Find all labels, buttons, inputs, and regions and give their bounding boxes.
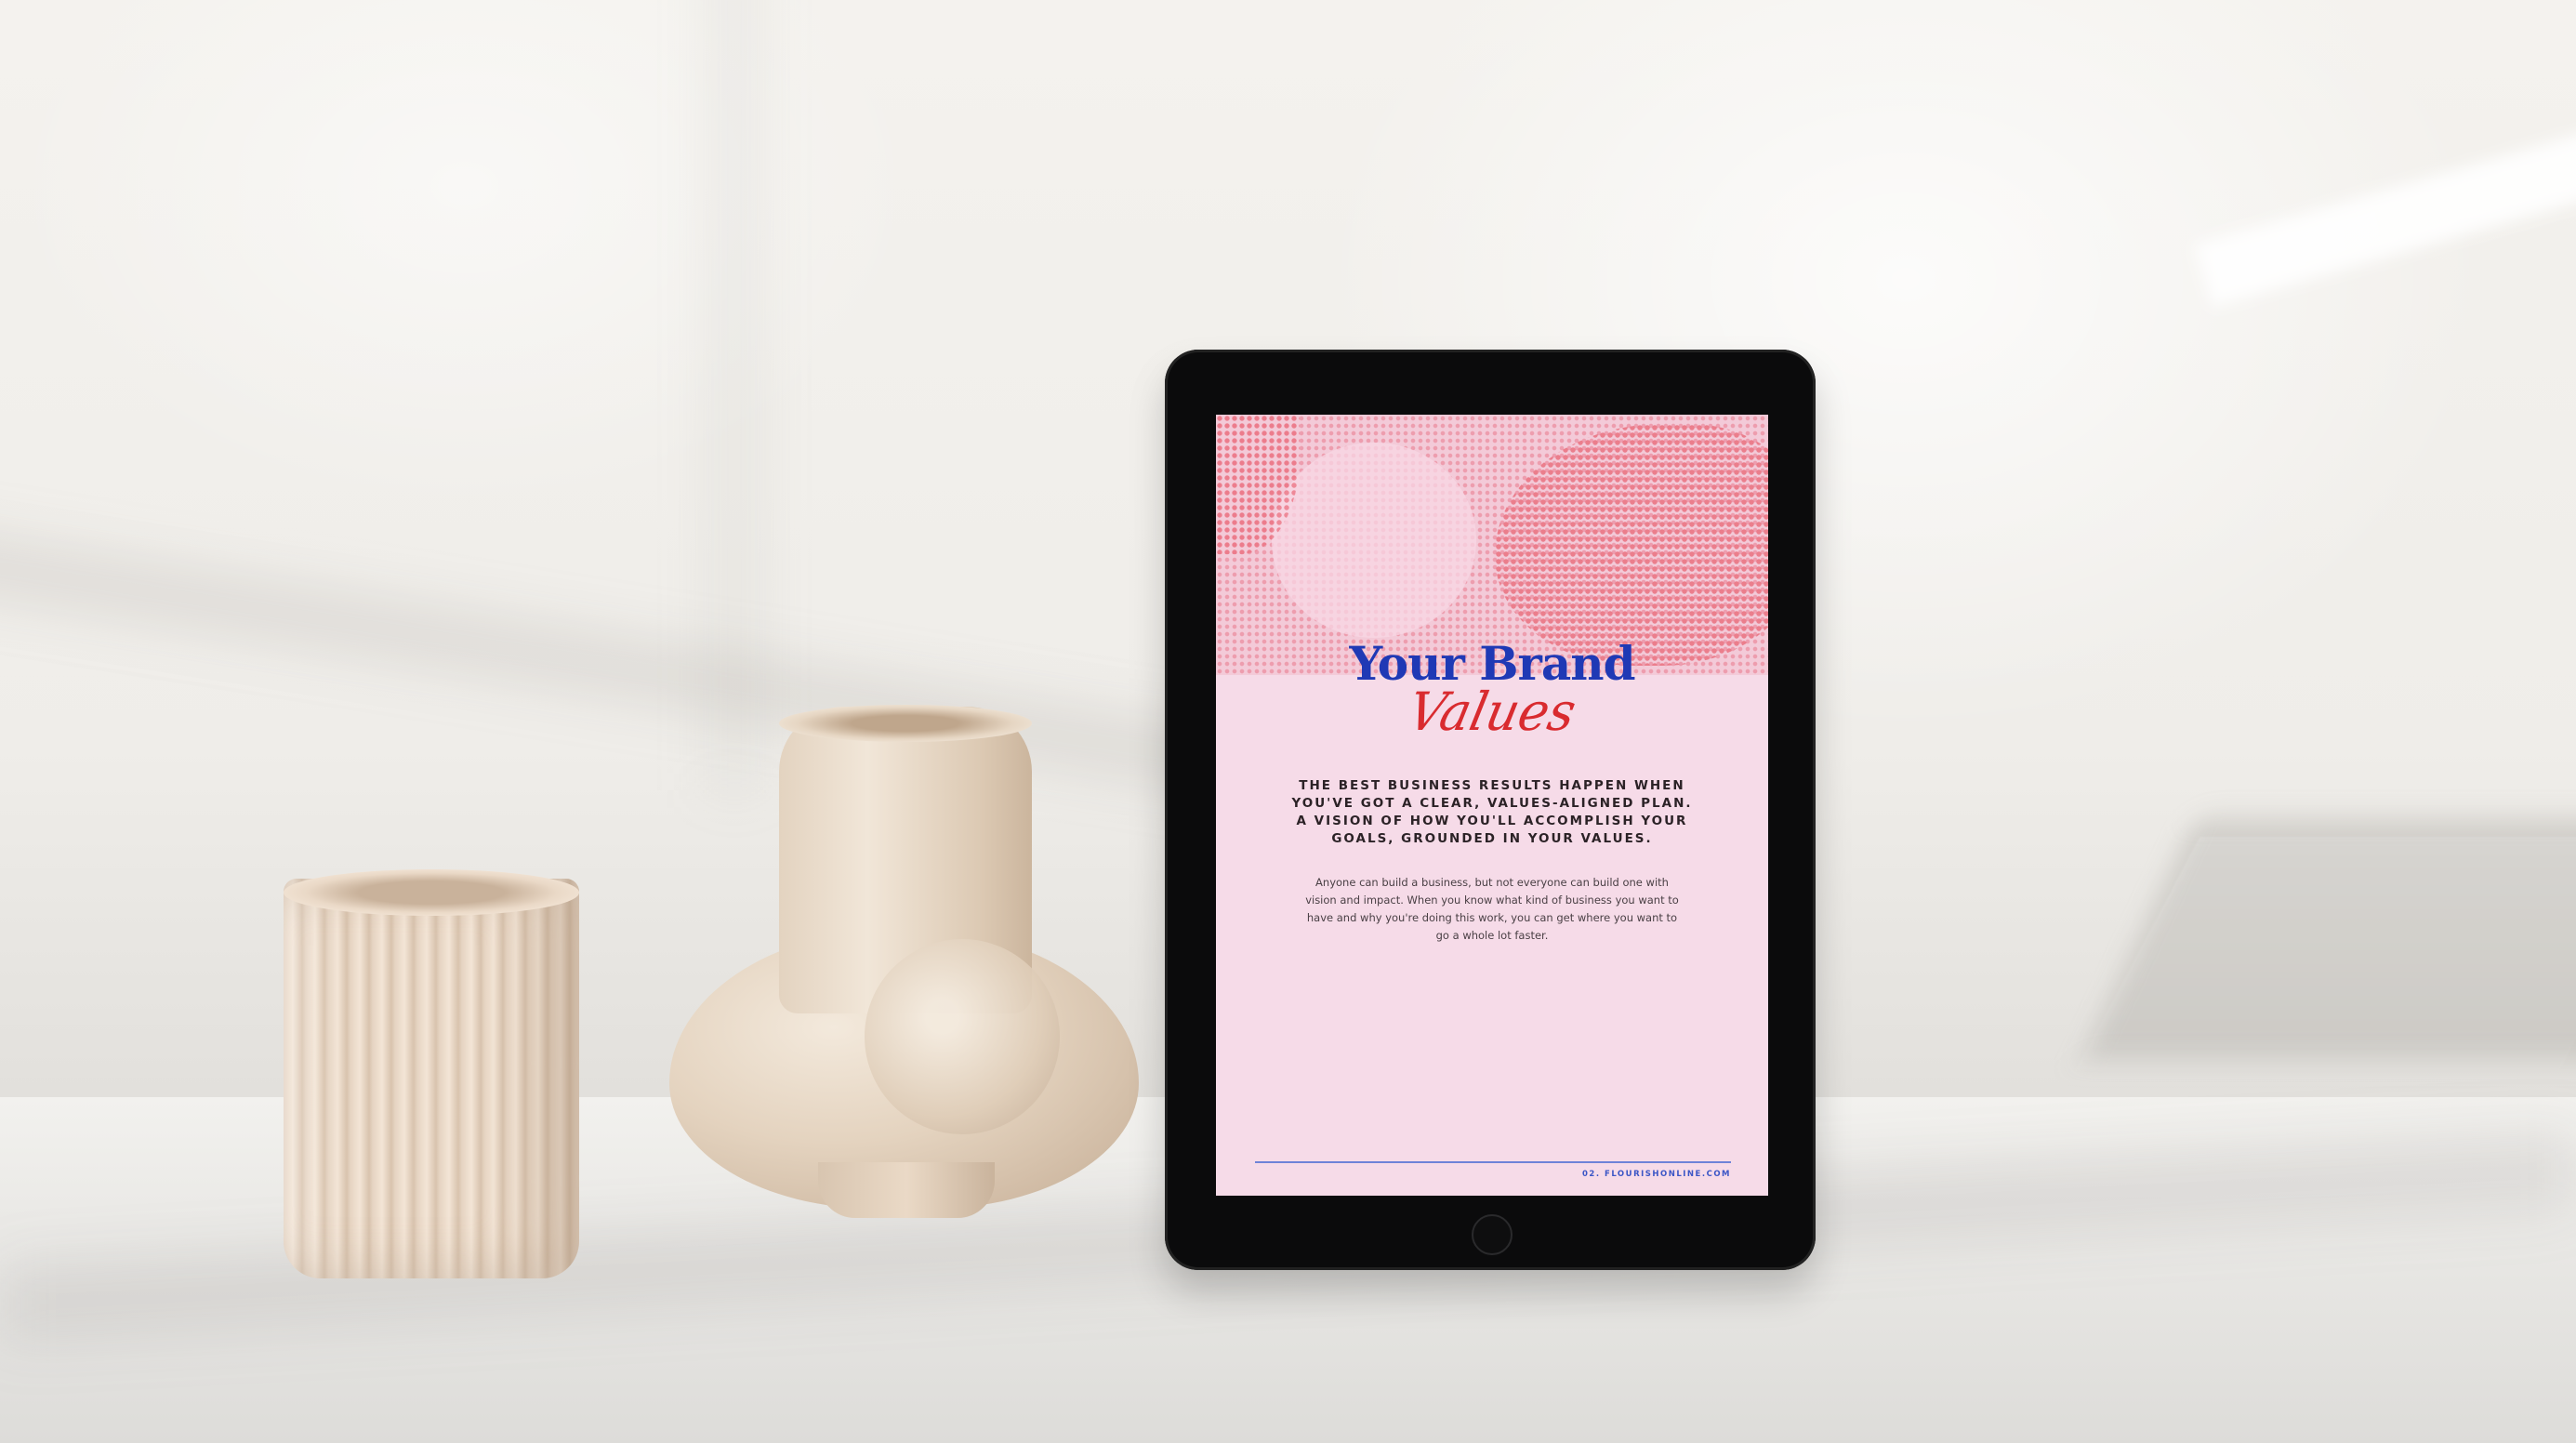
ribbed-ceramic-cup <box>284 879 579 1278</box>
tablet-screen: Your Brand Values THE BEST BUSINESS RESU… <box>1216 415 1768 1196</box>
vase-opening <box>779 705 1032 742</box>
photo-scene: Your Brand Values THE BEST BUSINESS RESU… <box>0 0 2576 1443</box>
page-footer: 02. FLOURISHONLINE.COM <box>1582 1170 1731 1179</box>
home-button-icon[interactable] <box>1472 1214 1513 1255</box>
cup-rim <box>284 869 579 916</box>
vase-loop-detail <box>865 939 1060 1134</box>
vase-foot <box>818 1162 995 1218</box>
footer-divider <box>1255 1161 1731 1163</box>
page-heading: THE BEST BUSINESS RESULTS HAPPEN WHEN YO… <box>1291 778 1693 846</box>
halftone-highlight <box>1272 443 1476 638</box>
page-body-text: Anyone can build a business, but not eve… <box>1305 876 1679 942</box>
page-title-script: Values <box>1402 681 1581 743</box>
